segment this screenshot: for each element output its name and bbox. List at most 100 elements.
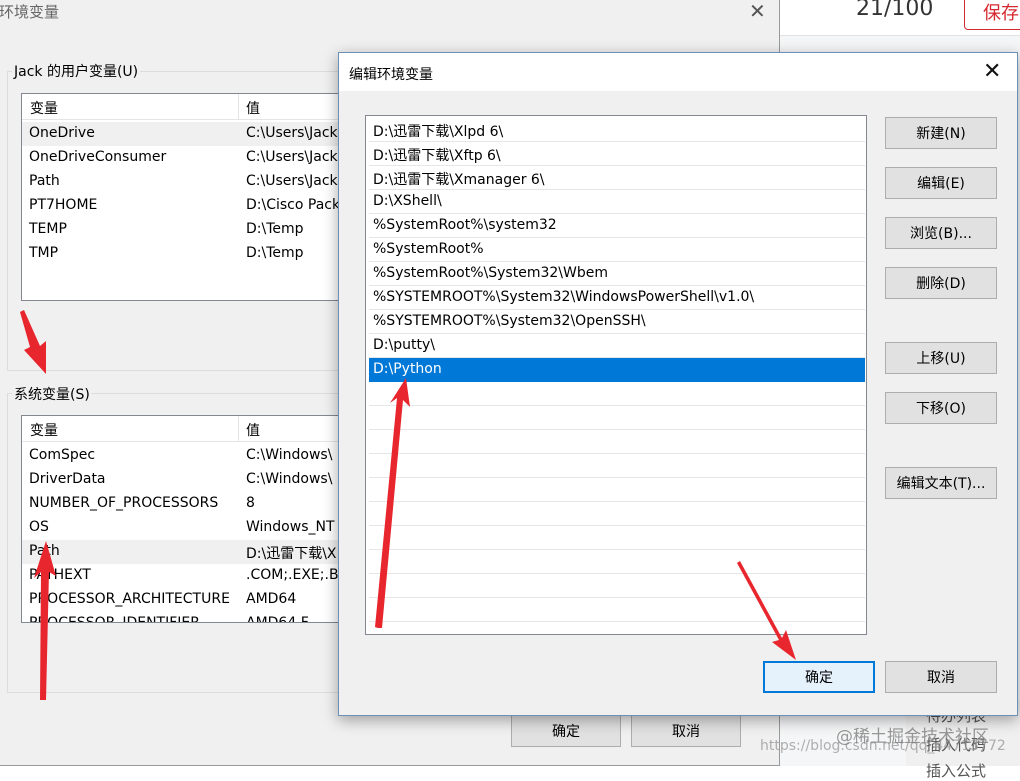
column-divider[interactable]	[238, 416, 239, 442]
list-header: 变量 值	[22, 416, 350, 442]
table-row[interactable]: OS Windows_NT	[22, 516, 350, 540]
save-button[interactable]: 保存	[964, 0, 1020, 30]
system-vars-list[interactable]: 变量 值 ComSpec C:\Windows\ DriverData C:\W…	[21, 415, 351, 623]
path-list[interactable]: D:\迅雷下载\Xlpd 6\ D:\迅雷下载\Xftp 6\ D:\迅雷下载\…	[365, 115, 867, 635]
list-header: 变量 值	[22, 94, 350, 120]
dialog-title: 编辑环境变量	[349, 67, 433, 83]
user-vars-list[interactable]: 变量 值 OneDrive C:\Users\Jack OneDriveCons…	[21, 93, 351, 301]
system-vars-label: 系统变量(S)	[12, 384, 92, 404]
var-value: D:\Temp	[246, 245, 304, 261]
empty-row[interactable]	[369, 526, 865, 550]
browse-button[interactable]: 浏览(B)...	[885, 217, 997, 249]
dialog-title: 环境变量	[0, 3, 60, 21]
empty-row[interactable]	[369, 454, 865, 478]
var-value: D:\Temp	[246, 221, 304, 237]
table-row[interactable]: NUMBER_OF_PROCESSORS 8	[22, 492, 350, 516]
var-value: .COM;.EXE;.B	[246, 567, 339, 583]
empty-row[interactable]	[369, 406, 865, 430]
edit-button[interactable]: 编辑(E)	[885, 167, 997, 199]
move-down-button[interactable]: 下移(O)	[885, 392, 997, 424]
table-row[interactable]: PT7HOME D:\Cisco Pack	[22, 194, 350, 218]
table-row[interactable]: Path D:\迅雷下载\X	[22, 540, 350, 564]
var-value: C:\Users\Jack	[246, 173, 338, 189]
var-name: Path	[29, 173, 60, 189]
list-item-selected[interactable]: D:\Python	[369, 358, 865, 382]
close-icon[interactable]: ✕	[983, 59, 1001, 84]
path-text: %SystemRoot%\system32	[373, 217, 557, 233]
close-icon[interactable]: ✕	[749, 0, 766, 23]
var-name: OS	[29, 519, 49, 535]
var-name: PATHEXT	[29, 567, 91, 583]
sidebar-item-insert-formula[interactable]: 插入公式	[926, 760, 986, 781]
new-button[interactable]: 新建(N)	[885, 117, 997, 149]
var-value: AMD64	[246, 591, 297, 607]
list-item[interactable]: %SYSTEMROOT%\System32\WindowsPowerShell\…	[369, 286, 865, 310]
var-value: D:\迅雷下载\X	[246, 546, 337, 562]
var-name: OneDriveConsumer	[29, 149, 167, 165]
column-header-value[interactable]: 值	[246, 420, 260, 440]
var-name: PROCESSOR_ARCHITECTURE	[29, 591, 230, 607]
table-row[interactable]: OneDriveConsumer C:\Users\Jack	[22, 146, 350, 170]
list-item[interactable]: %SystemRoot%	[369, 238, 865, 262]
path-text: D:\putty\	[373, 337, 435, 353]
path-text: D:\迅雷下载\Xmanager 6\	[373, 172, 545, 188]
var-value: Windows_NT	[246, 519, 335, 535]
var-name: ComSpec	[29, 447, 96, 463]
list-item[interactable]: %SystemRoot%\system32	[369, 214, 865, 238]
var-name: TMP	[29, 245, 59, 261]
var-name: OneDrive	[29, 125, 95, 141]
list-item[interactable]: D:\迅雷下载\Xmanager 6\	[369, 166, 865, 190]
column-divider[interactable]	[238, 94, 239, 120]
editor-toolbar: 21/100 保存	[780, 0, 1020, 36]
var-value: C:\Users\Jack	[246, 125, 338, 141]
move-up-button[interactable]: 上移(U)	[885, 342, 997, 374]
table-row[interactable]: TEMP D:\Temp	[22, 218, 350, 242]
env-ok-button[interactable]: 确定	[511, 715, 621, 747]
table-row[interactable]: ComSpec C:\Windows\	[22, 444, 350, 468]
var-name: PT7HOME	[29, 197, 98, 213]
list-item[interactable]: D:\putty\	[369, 334, 865, 358]
word-counter: 21/100	[856, 0, 934, 21]
dialog-titlebar[interactable]: 编辑环境变量 ✕	[339, 53, 1017, 91]
table-row[interactable]: PATHEXT .COM;.EXE;.B	[22, 564, 350, 588]
table-row[interactable]: OneDrive C:\Users\Jack	[22, 122, 350, 146]
var-name: TEMP	[29, 221, 67, 237]
empty-row[interactable]	[369, 550, 865, 574]
column-header-variable[interactable]: 变量	[30, 98, 58, 118]
list-item[interactable]: D:\迅雷下载\Xlpd 6\	[369, 118, 865, 142]
empty-row[interactable]	[369, 382, 865, 406]
table-row[interactable]: PROCESSOR_IDENTIFIER AMD64 F	[22, 612, 350, 623]
path-text: %SYSTEMROOT%\System32\WindowsPowerShell\…	[373, 289, 755, 305]
table-row[interactable]: PROCESSOR_ARCHITECTURE AMD64	[22, 588, 350, 612]
empty-row[interactable]	[369, 598, 865, 622]
list-item[interactable]: %SYSTEMROOT%\System32\OpenSSH\	[369, 310, 865, 334]
empty-row[interactable]	[369, 430, 865, 454]
path-text: %SYSTEMROOT%\System32\OpenSSH\	[373, 313, 646, 329]
list-item[interactable]: %SystemRoot%\System32\Wbem	[369, 262, 865, 286]
path-text: %SystemRoot%	[373, 241, 484, 257]
table-row[interactable]: TMP D:\Temp	[22, 242, 350, 266]
list-item[interactable]: D:\XShell\	[369, 190, 865, 214]
var-value: C:\Users\Jack	[246, 149, 338, 165]
env-cancel-button[interactable]: 取消	[631, 715, 741, 747]
table-row[interactable]: DriverData C:\Windows\	[22, 468, 350, 492]
edit-text-button[interactable]: 编辑文本(T)...	[885, 467, 997, 499]
path-text: D:\迅雷下载\Xlpd 6\	[373, 124, 504, 140]
list-item[interactable]: D:\迅雷下载\Xftp 6\	[369, 142, 865, 166]
path-text: D:\XShell\	[373, 193, 442, 209]
var-name: PROCESSOR_IDENTIFIER	[29, 615, 200, 623]
column-header-variable[interactable]: 变量	[30, 420, 58, 440]
delete-button[interactable]: 删除(D)	[885, 267, 997, 299]
user-vars-label: Jack 的用户变量(U)	[12, 61, 141, 81]
empty-row[interactable]	[369, 574, 865, 598]
table-row[interactable]: Path C:\Users\Jack	[22, 170, 350, 194]
var-value: C:\Windows\	[246, 447, 333, 463]
edit-environment-variable-dialog: 编辑环境变量 ✕ D:\迅雷下载\Xlpd 6\ D:\迅雷下载\Xftp 6\…	[338, 52, 1018, 716]
empty-row[interactable]	[369, 502, 865, 526]
path-text: %SystemRoot%\System32\Wbem	[373, 265, 608, 281]
ok-button[interactable]: 确定	[763, 661, 875, 693]
empty-row[interactable]	[369, 478, 865, 502]
column-header-value[interactable]: 值	[246, 98, 260, 118]
cancel-button[interactable]: 取消	[885, 661, 997, 693]
var-name: NUMBER_OF_PROCESSORS	[29, 495, 219, 511]
